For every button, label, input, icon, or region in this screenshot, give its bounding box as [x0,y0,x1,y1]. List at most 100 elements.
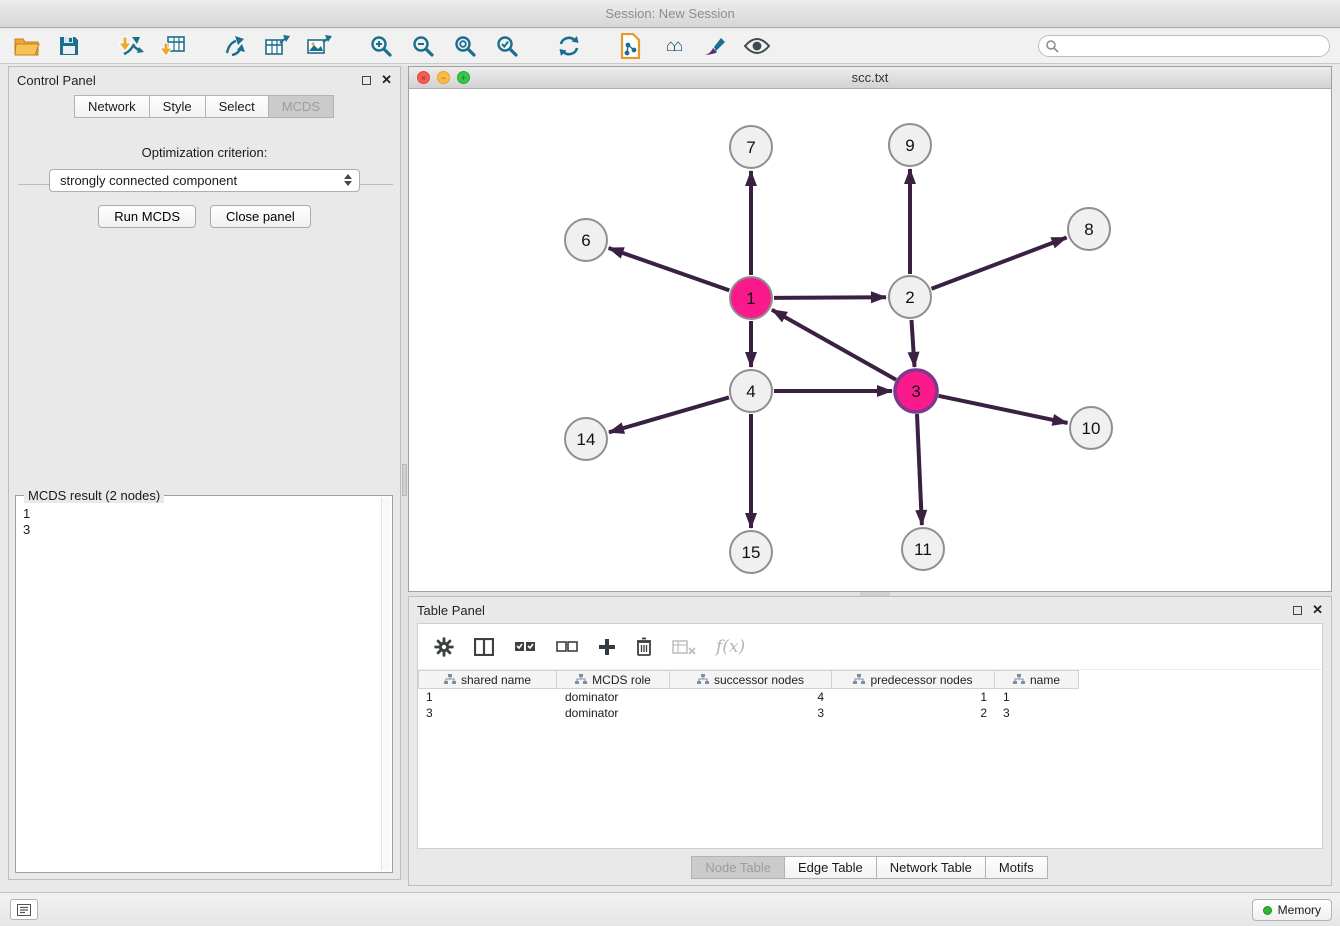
table-cell-successor-nodes: 3 [670,705,832,721]
table-header-row: shared nameMCDS rolesuccessor nodesprede… [418,670,1322,689]
network-window-title: scc.txt [852,70,889,85]
network-view-window: × − + scc.txt 7968124314101511 [408,66,1332,592]
delete-table-icon [672,639,696,655]
tab-select[interactable]: Select [205,95,269,118]
graph-edge-1-6[interactable] [609,248,730,290]
show-columns-icon[interactable] [474,638,494,656]
sort-column-icon [697,674,709,685]
import-group [114,32,190,60]
table-container: f(x) shared nameMCDS rolesuccessor nodes… [417,623,1323,849]
graph-node-label-9: 9 [905,136,914,155]
graph-edge-2-8[interactable] [932,238,1067,289]
column-header-mcds-role[interactable]: MCDS role [557,670,670,689]
column-header-name[interactable]: name [995,670,1079,689]
tab-network-table[interactable]: Network Table [876,856,986,879]
zoom-out-icon[interactable] [406,32,440,60]
table-cell-shared-name: 1 [418,689,557,705]
close-window-icon[interactable]: × [417,71,430,84]
maximize-window-icon[interactable]: + [457,71,470,84]
style-paint-icon[interactable] [698,32,732,60]
control-panel-tabs: NetworkStyleSelectMCDS [9,95,400,118]
network-graph[interactable]: 7968124314101511 [409,89,1331,591]
sort-column-icon [575,674,587,685]
table-panel-title: Table Panel [417,603,485,618]
network-canvas[interactable]: 7968124314101511 [409,89,1331,591]
graph-node-label-6: 6 [581,231,590,250]
tab-edge-table[interactable]: Edge Table [784,856,877,879]
graph-edge-2-3[interactable] [912,320,915,367]
tab-style[interactable]: Style [149,95,206,118]
import-network-icon[interactable] [114,32,148,60]
vertical-splitter[interactable] [401,66,408,880]
export-network-icon[interactable] [218,32,252,60]
graph-edge-3-1[interactable] [772,310,896,380]
float-table-panel-icon[interactable] [1293,606,1302,615]
delete-column-trash-icon[interactable] [636,637,652,657]
float-panel-icon[interactable] [362,76,371,85]
export-image-icon[interactable] [302,32,336,60]
network-file-icon[interactable] [614,32,648,60]
main-toolbar: ⌂⌂ [0,29,1340,64]
table-row[interactable]: 1dominator411 [418,689,1322,705]
search-input[interactable] [1038,35,1330,57]
graph-node-label-2: 2 [905,288,914,307]
session-group [10,32,86,60]
optimization-criterion-label: Optimization criterion: [9,145,400,160]
graph-node-label-11: 11 [914,540,932,559]
table-row[interactable]: 3dominator323 [418,705,1322,721]
console-button[interactable] [10,899,38,920]
zoom-in-icon[interactable] [364,32,398,60]
mcds-result-list: 13 [17,504,380,871]
run-mcds-button[interactable]: Run MCDS [98,205,196,228]
table-cell-shared-name: 3 [418,705,557,721]
vertical-splitter-handle[interactable] [402,464,407,496]
column-header-predecessor-nodes[interactable]: predecessor nodes [832,670,995,689]
close-panel-button[interactable]: Close panel [210,205,311,228]
column-header-successor-nodes[interactable]: successor nodes [670,670,832,689]
select-all-columns-icon[interactable] [514,639,536,655]
table-settings-gear-icon[interactable] [434,637,454,657]
graph-node-label-7: 7 [746,138,755,157]
table-cell-successor-nodes: 4 [670,689,832,705]
table-cell-name: 1 [995,689,1079,705]
import-table-icon[interactable] [156,32,190,60]
graph-edge-3-11[interactable] [917,414,922,525]
table-cell-name: 3 [995,705,1079,721]
zoom-fit-icon[interactable] [448,32,482,60]
memory-button[interactable]: Memory [1252,899,1332,921]
tab-network[interactable]: Network [74,95,150,118]
minimize-window-icon[interactable]: − [437,71,450,84]
sort-column-icon [853,674,865,685]
graph-edge-3-10[interactable] [939,396,1068,423]
graph-edge-4-14[interactable] [609,397,729,432]
criterion-dropdown-value: strongly connected component [60,173,237,188]
export-table-icon[interactable] [260,32,294,60]
result-scrollbar[interactable] [381,497,391,871]
eye-icon[interactable] [740,32,774,60]
graph-node-label-15: 15 [742,543,761,562]
save-session-icon[interactable] [52,32,86,60]
open-session-icon[interactable] [10,32,44,60]
tab-motifs[interactable]: Motifs [985,856,1048,879]
graph-edge-1-2[interactable] [774,297,886,298]
network-window-titlebar[interactable]: × − + scc.txt [409,67,1331,89]
graph-node-label-8: 8 [1084,220,1093,239]
memory-status-icon [1263,906,1272,915]
create-column-plus-icon[interactable] [598,638,616,656]
tab-mcds[interactable]: MCDS [268,95,334,118]
refresh-icon[interactable] [552,32,586,60]
zoom-selected-icon[interactable] [490,32,524,60]
control-panel-header: Control Panel ✕ [9,67,400,93]
mcds-result-title: MCDS result (2 nodes) [24,488,164,503]
close-table-panel-icon[interactable]: ✕ [1312,602,1323,618]
home-icon[interactable]: ⌂⌂ [656,32,690,60]
column-header-shared-name[interactable]: shared name [418,670,557,689]
deselect-all-columns-icon[interactable] [556,639,578,655]
tab-node-table[interactable]: Node Table [691,856,785,879]
title-bar: Session: New Session [0,0,1340,28]
graph-node-label-14: 14 [577,430,596,449]
criterion-dropdown[interactable]: strongly connected component [49,169,360,192]
memory-button-label: Memory [1278,903,1321,917]
sort-column-icon [444,674,456,685]
close-panel-icon[interactable]: ✕ [381,72,392,88]
